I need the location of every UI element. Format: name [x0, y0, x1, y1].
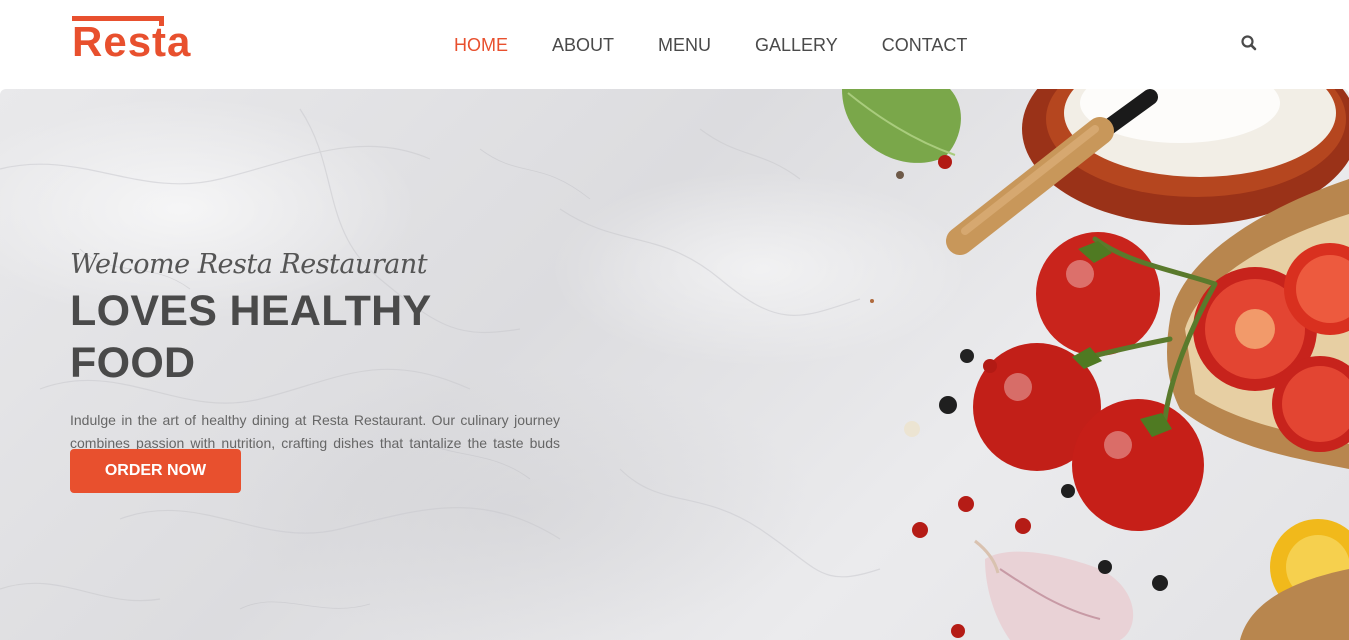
main-nav: HOME ABOUT MENU GALLERY CONTACT [432, 33, 989, 57]
hero-tagline: Welcome Resta Restaurant [70, 249, 428, 280]
nav-about[interactable]: ABOUT [530, 33, 636, 57]
nav-contact[interactable]: CONTACT [860, 33, 990, 57]
site-header: Resta HOME ABOUT MENU GALLERY CONTACT [0, 0, 1349, 89]
logo[interactable]: Resta [72, 16, 202, 66]
nav-home[interactable]: HOME [432, 33, 530, 57]
hero-headline: LOVES HEALTHY FOOD [70, 287, 431, 387]
hero-section: Welcome Resta Restaurant LOVES HEALTHY F… [0, 89, 1349, 640]
search-icon[interactable] [1240, 34, 1258, 52]
hero-text: Welcome Resta Restaurant LOVES HEALTHY F… [70, 247, 562, 477]
order-now-button[interactable]: ORDER NOW [70, 449, 241, 493]
logo-text: Resta [72, 18, 192, 65]
nav-menu[interactable]: MENU [636, 33, 733, 57]
nav-gallery[interactable]: GALLERY [733, 33, 860, 57]
